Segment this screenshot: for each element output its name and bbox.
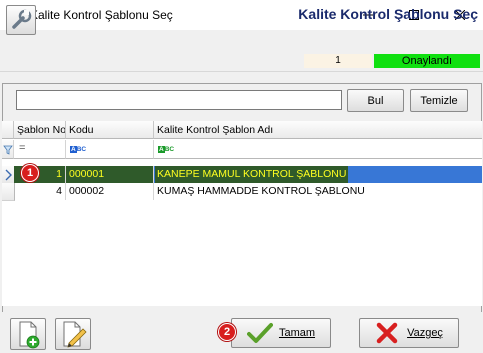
form-title: Kalite Kontrol Şablonu Seç [298, 6, 478, 22]
ok-button[interactable]: Tamam [231, 318, 331, 348]
tool-button[interactable] [6, 5, 36, 35]
window-title: Kalite Kontrol Şablonu Seç [30, 8, 173, 22]
funnel-icon [3, 145, 13, 155]
cell-sablon-adi: KUMAŞ HAMMADDE KONTROL ŞABLONU [157, 185, 365, 197]
filter-cell-sablon-no[interactable]: = [14, 140, 66, 159]
find-button[interactable]: Bul [347, 89, 404, 112]
record-number: 1 [304, 54, 372, 68]
cancel-button-label: Vazgeç [407, 327, 443, 339]
cell-kodu: 000002 [66, 183, 154, 200]
table-row[interactable]: 4 000002 KUMAŞ HAMMADDE KONTROL ŞABLONU [0, 183, 483, 201]
column-header-sablon-adi[interactable]: Kalite Kontrol Şablon Adı [154, 121, 482, 139]
cell-sablon-adi: KANEPE MAMUL KONTROL ŞABLONU [154, 166, 482, 183]
table-row[interactable]: 1 000001 KANEPE MAMUL KONTROL ŞABLONU [0, 166, 483, 184]
search-input[interactable] [16, 90, 342, 110]
new-button[interactable] [10, 318, 46, 350]
ok-button-label: Tamam [278, 327, 316, 339]
filter-row-indicator[interactable] [2, 140, 14, 159]
clear-button[interactable]: Temizle [410, 89, 468, 112]
edit-button[interactable] [55, 318, 91, 350]
cancel-button[interactable]: Vazgeç [359, 318, 459, 348]
row-indicator-header [2, 121, 14, 139]
annotation-badge-1: 1 [21, 164, 39, 182]
cell-sablon-no: 4 [14, 183, 66, 200]
new-document-icon [19, 321, 40, 349]
text-type-icon: AABCBC [70, 146, 87, 153]
filter-operator: = [19, 142, 26, 154]
filter-cell-kodu[interactable]: AABCBC [66, 140, 154, 159]
edit-document-icon [63, 321, 87, 348]
cell-kodu: 000001 [66, 166, 154, 183]
cross-icon [376, 322, 398, 344]
filter-cell-sablon-adi[interactable]: AABCBC [154, 140, 482, 159]
chevron-right-icon [5, 169, 12, 181]
checkmark-icon [246, 323, 273, 343]
annotation-badge-2: 2 [218, 323, 236, 341]
status-badge: Onaylandı [374, 54, 480, 68]
cell-sablon-adi-text: KANEPE MAMUL KONTROL ŞABLONU [155, 166, 349, 183]
wrench-icon [12, 9, 32, 29]
column-header-sablon-no[interactable]: Şablon No [14, 121, 66, 139]
column-header-kodu[interactable]: Kodu [66, 121, 154, 139]
text-type-icon: AABCBC [158, 146, 175, 153]
